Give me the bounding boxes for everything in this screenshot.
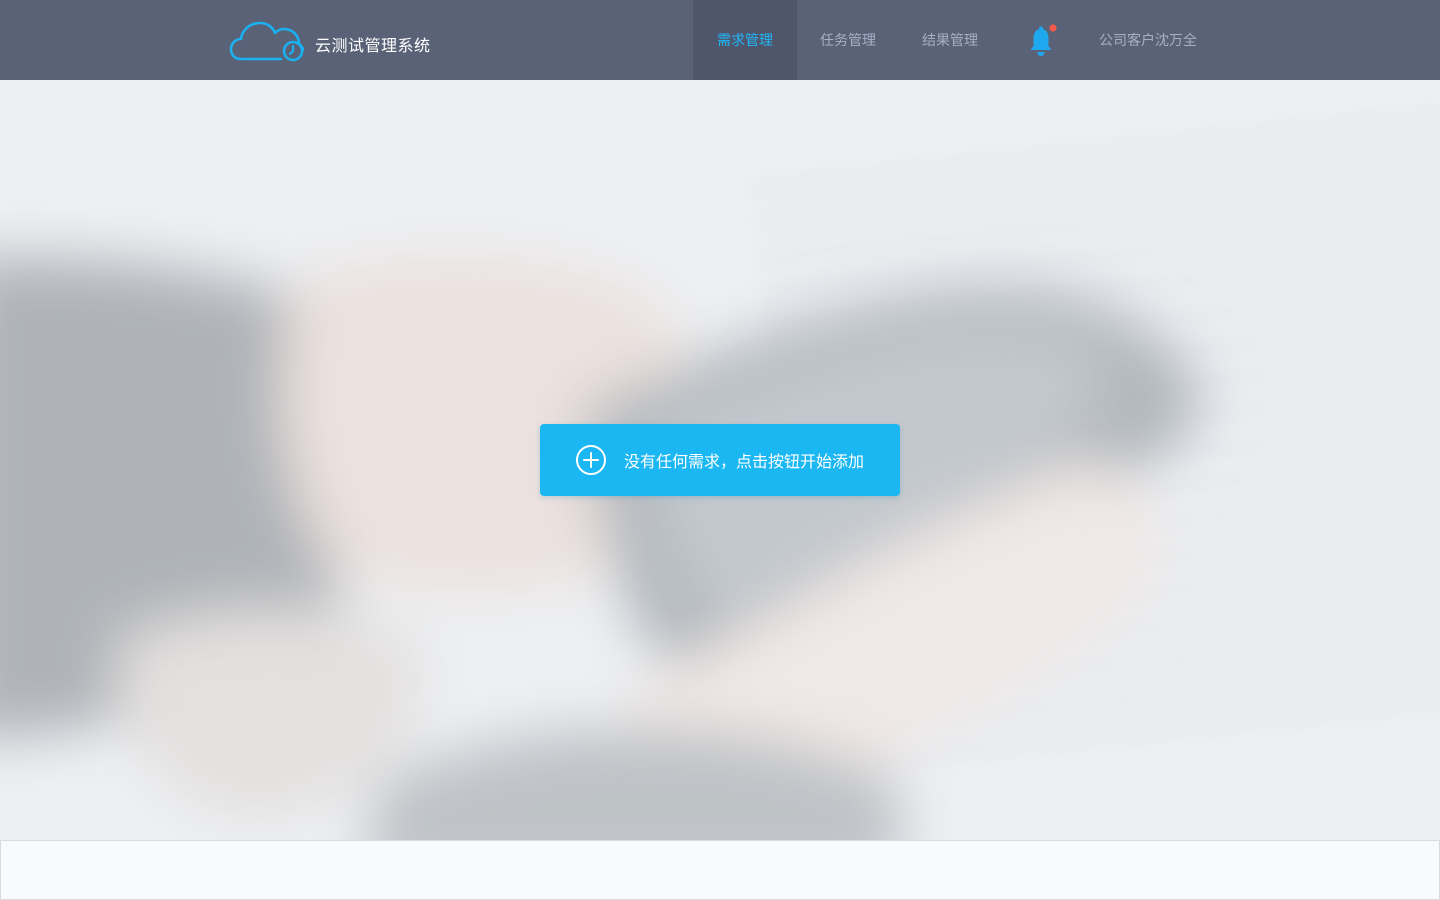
plus-circle-icon (576, 445, 606, 475)
user-menu[interactable]: 公司客户沈万全 (1099, 30, 1197, 50)
add-requirement-button-label: 没有任何需求，点击按钮开始添加 (624, 452, 865, 471)
unread-badge (1049, 24, 1057, 32)
top-navigation-bar: 云测试管理系统 需求管理 任务管理 结果管理 公司客户沈万全 (0, 0, 1440, 80)
add-requirement-button[interactable]: 没有任何需求，点击按钮开始添加 (540, 424, 900, 496)
notifications-button[interactable] (1026, 24, 1058, 58)
bell-icon (1030, 24, 1057, 56)
cloud-clock-logo-icon (229, 21, 305, 62)
brand[interactable]: 云测试管理系统 (229, 18, 431, 62)
app-title: 云测试管理系统 (315, 36, 431, 55)
main-hero: 没有任何需求，点击按钮开始添加 (0, 80, 1440, 840)
main-nav: 需求管理 任务管理 结果管理 (693, 0, 1001, 80)
nav-item-requirements[interactable]: 需求管理 (693, 0, 797, 80)
nav-item-results[interactable]: 结果管理 (899, 0, 1001, 80)
nav-item-tasks[interactable]: 任务管理 (797, 0, 899, 80)
footer (0, 840, 1440, 900)
